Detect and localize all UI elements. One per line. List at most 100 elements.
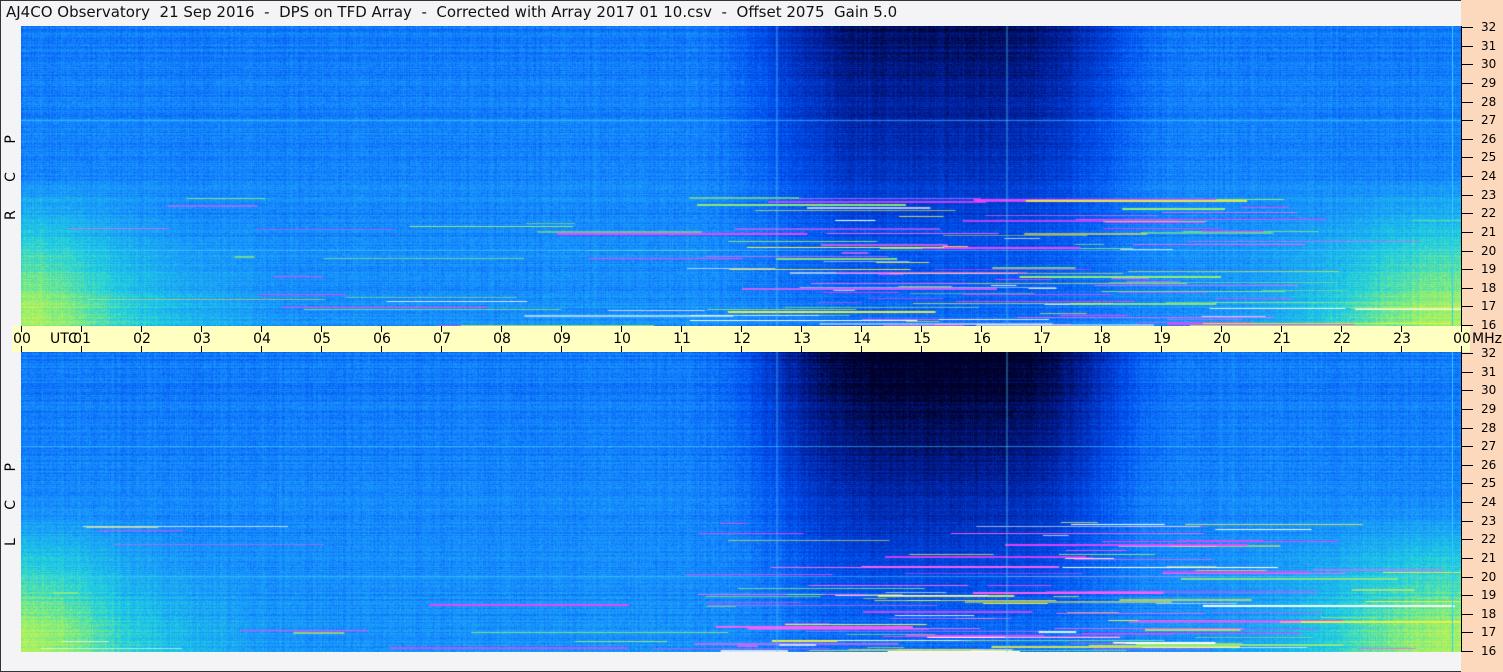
y-tick [1461,101,1473,103]
y-tick-label: 16 [1481,318,1497,332]
y-tick-label: 21 [1481,224,1497,239]
lcp-label: L C P [3,451,19,546]
y-tick [1461,82,1473,84]
y-tick-label: 19 [1481,262,1497,277]
y-tick [1461,287,1473,289]
y-tick-label: 16 [1481,644,1497,658]
y-tick [1461,539,1473,541]
x-tick-label: 19 [1153,331,1171,347]
y-tick-label: 28 [1481,94,1497,109]
y-tick-label: 27 [1481,113,1497,128]
y-tick [1461,464,1473,466]
y-tick [1461,194,1473,196]
y-tick-label: 19 [1481,588,1497,603]
y-tick-label: 20 [1481,569,1497,584]
y-tick-label: 17 [1481,625,1497,640]
rcp-spectrogram [21,26,1461,326]
y-tick [1461,45,1473,47]
x-tick-label: 07 [433,331,451,347]
y-tick-label: 32 [1481,346,1497,360]
y-tick [1461,502,1473,503]
y-tick-label: 29 [1481,401,1497,416]
y-tick-label: 26 [1481,131,1497,146]
x-tick-label: 14 [853,331,871,347]
x-tick-label: 10 [613,331,631,347]
y-axis-unit: MHz [1472,331,1502,347]
y-tick-label: 22 [1481,206,1497,221]
x-tick-label: 05 [313,331,331,347]
x-tick-label: 16 [973,331,991,347]
y-tick [1461,138,1473,140]
y-tick [1461,371,1473,373]
y-tick-label: 25 [1481,150,1497,165]
y-tick [1461,231,1473,233]
y-tick-label: 18 [1481,280,1497,295]
y-tick-label: 27 [1481,439,1497,454]
y-tick [1461,427,1473,429]
x-tick-label: 00 [13,331,31,347]
x-tick-label: 06 [373,331,391,347]
y-tick-label: 20 [1481,243,1497,258]
y-tick-label: 23 [1481,513,1497,528]
chart-title: AJ4CO Observatory 21 Sep 2016 - DPS on T… [6,3,898,21]
y-tick [1461,269,1473,271]
y-tick [1461,632,1473,634]
y-tick [1461,446,1473,448]
y-tick [1461,176,1473,177]
y-tick [1461,520,1473,522]
y-tick-label: 26 [1481,457,1497,472]
y-tick [1461,64,1473,66]
x-tick-label: 03 [193,331,211,347]
y-tick-label: 28 [1481,420,1497,435]
y-tick-label: 24 [1481,495,1497,509]
y-tick-label: 18 [1481,606,1497,621]
y-tick [1461,250,1473,252]
y-tick [1461,576,1473,578]
x-tick-label: 11 [673,331,691,347]
x-tick-label: 18 [1093,331,1111,347]
x-tick-label: 17 [1033,331,1051,347]
x-tick-label: 15 [913,331,931,347]
y-tick [1461,213,1473,215]
x-tick-label: 22 [1333,331,1351,347]
y-tick-label: 31 [1481,38,1497,53]
y-tick-label: 30 [1481,383,1497,398]
y-tick-label: 31 [1481,364,1497,379]
x-tick-label: 12 [733,331,751,347]
y-tick [1461,408,1473,410]
y-tick-label: 25 [1481,476,1497,491]
x-tick-label: 00 [1453,331,1471,347]
y-tick-label: 29 [1481,75,1497,90]
y-tick [1461,595,1473,597]
time-axis: 00 01 02 03 04 05 06 07 08 09 10 11 12 13 14 15 16 17 18 19… [12,326,1502,352]
y-tick-label: 32 [1481,20,1497,34]
rcp-label: R C P [3,123,19,220]
x-tick-label: 23 [1393,331,1411,347]
lcp-spectrogram [21,352,1461,652]
x-tick-label: 13 [793,331,811,347]
y-tick-label: 22 [1481,532,1497,547]
y-tick [1461,390,1473,392]
y-tick [1461,353,1473,354]
y-tick [1461,27,1473,28]
y-tick [1461,483,1473,485]
x-tick-label: 20 [1213,331,1231,347]
x-tick-label: 04 [253,331,271,347]
x-axis-label: UTC [50,331,78,347]
y-tick-label: 23 [1481,187,1497,202]
y-tick [1461,557,1473,559]
y-tick-label: 24 [1481,169,1497,183]
x-tick-label: 02 [133,331,151,347]
y-tick [1461,651,1473,652]
x-tick-label: 09 [553,331,571,347]
x-tick-label: 21 [1273,331,1291,347]
x-tick-label: 08 [493,331,511,347]
y-tick [1461,325,1473,326]
y-tick [1461,613,1473,615]
y-tick-label: 21 [1481,550,1497,565]
y-tick [1461,157,1473,159]
y-tick [1461,306,1473,308]
y-tick-label: 17 [1481,299,1497,314]
y-tick-label: 30 [1481,57,1497,72]
y-tick [1461,120,1473,122]
